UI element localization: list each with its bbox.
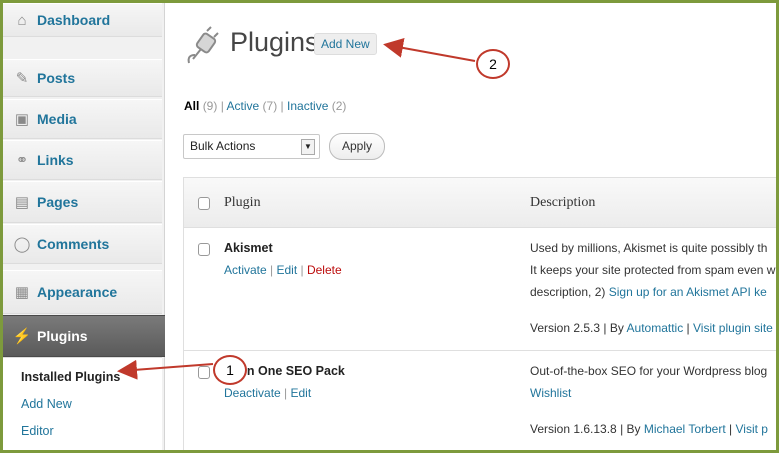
callout-badge-1: 1 xyxy=(213,355,247,385)
callout-arrow-1 xyxy=(117,359,214,380)
annotation-arrows xyxy=(117,38,476,380)
callout-arrow-2 xyxy=(383,38,476,62)
callout-badge-2: 2 xyxy=(476,49,510,79)
window-frame: ⌂ Dashboard ✎ Posts ▣ Media ⚭ Links ▤ Pa… xyxy=(0,0,779,453)
